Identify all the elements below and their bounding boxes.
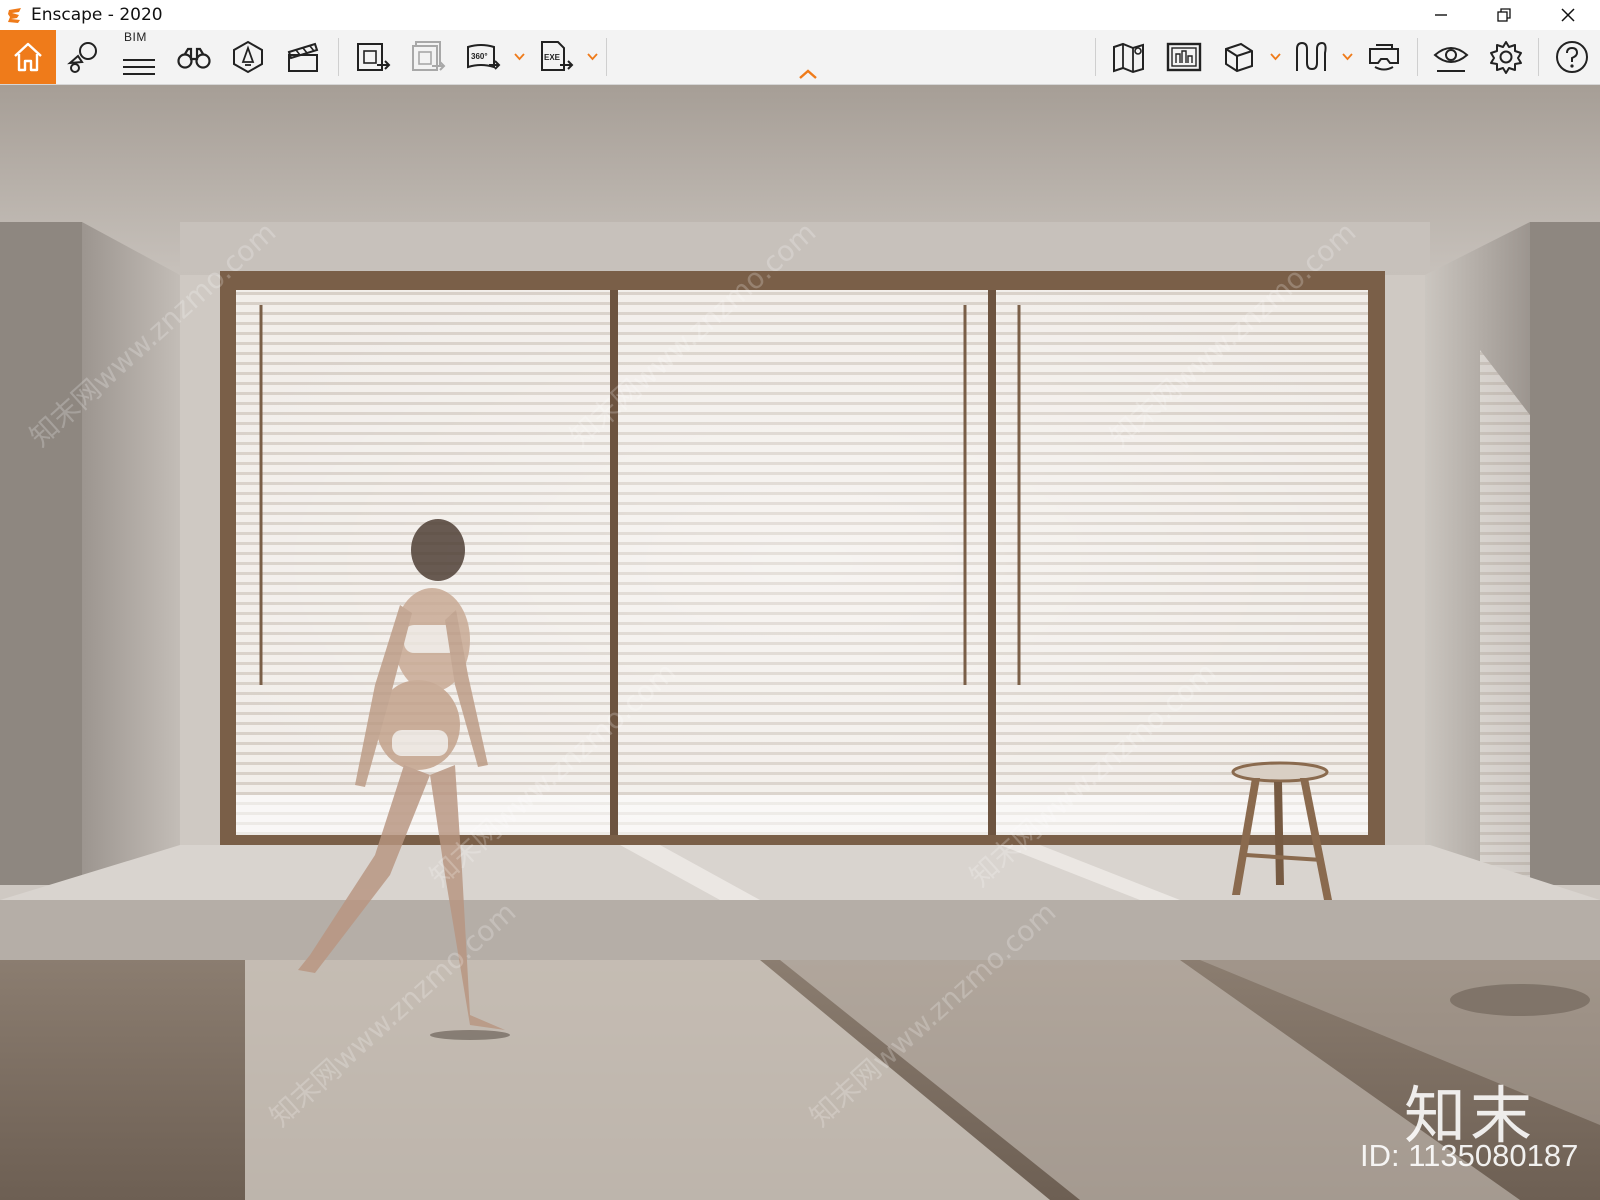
map-icon	[1113, 42, 1144, 74]
light-view-button[interactable]	[222, 30, 274, 84]
view-mode-cube-icon	[1225, 42, 1253, 73]
asset-library-icon	[67, 42, 97, 73]
walk-fly-dropdown-caret[interactable]	[1340, 30, 1354, 84]
help-icon	[1556, 41, 1588, 73]
toolbar-separator	[606, 38, 607, 76]
mini-map-icon	[1166, 42, 1202, 72]
video-editor-icon	[287, 42, 319, 72]
watermark-id: ID: 1135080187	[1360, 1138, 1579, 1173]
minimize-icon	[1435, 14, 1447, 16]
minimize-button[interactable]	[1418, 0, 1464, 30]
svg-text:EXE: EXE	[544, 53, 561, 62]
batch-export-icon	[412, 41, 446, 71]
bim-icon	[123, 59, 155, 75]
home-button[interactable]	[0, 30, 56, 84]
enscape-logo-icon	[8, 8, 21, 23]
vr-headset-icon	[1369, 44, 1399, 71]
walk-fly-button[interactable]	[1285, 30, 1337, 84]
chevron-down-icon	[1341, 53, 1353, 61]
window-title: Enscape - 2020	[31, 5, 163, 25]
light-view-icon	[233, 40, 263, 74]
chevron-down-icon	[513, 53, 525, 61]
render-viewport[interactable]: 知末网www.znzmo.com 知末网www.znzmo.com 知末网www…	[0, 85, 1600, 1200]
chevron-up-icon	[799, 69, 817, 79]
views-button[interactable]	[168, 30, 220, 84]
help-button[interactable]	[1546, 30, 1598, 84]
view-mode-button[interactable]	[1213, 30, 1265, 84]
exe-dropdown-caret[interactable]	[585, 30, 599, 84]
close-icon	[1561, 8, 1575, 22]
settings-gear-icon	[1490, 41, 1522, 74]
panorama-dropdown-caret[interactable]	[512, 30, 526, 84]
general-settings-button[interactable]	[1480, 30, 1532, 84]
toolbar-separator	[1417, 38, 1418, 76]
close-button[interactable]	[1545, 0, 1591, 30]
map-button[interactable]	[1103, 30, 1155, 84]
exe-export-icon: EXE	[541, 41, 574, 71]
panorama-360-icon: 360°	[467, 44, 501, 70]
svg-text:360°: 360°	[471, 52, 488, 61]
home-icon	[14, 42, 42, 72]
panorama-360-button[interactable]: 360°	[457, 30, 509, 84]
exe-export-button[interactable]: EXE	[530, 30, 582, 84]
bim-button[interactable]: BIM	[113, 30, 165, 84]
restore-icon	[1497, 8, 1511, 22]
batch-export-button[interactable]	[402, 30, 454, 84]
screenshot-export-button[interactable]	[347, 30, 399, 84]
screenshot-export-icon	[357, 43, 391, 71]
asset-library-button[interactable]	[58, 30, 110, 84]
toolbar-separator	[1095, 38, 1096, 76]
chevron-down-icon	[1269, 53, 1281, 61]
binoculars-icon	[177, 47, 211, 69]
walk-fly-icon	[1296, 41, 1327, 71]
restore-button[interactable]	[1481, 0, 1527, 30]
mini-map-button[interactable]	[1158, 30, 1210, 84]
toolbar-separator	[338, 38, 339, 76]
collapse-toolbar-button[interactable]	[797, 66, 819, 82]
toolbar-separator	[1538, 38, 1539, 76]
title-bar: Enscape - 2020	[0, 0, 1600, 30]
view-mode-dropdown-caret[interactable]	[1268, 30, 1282, 84]
vr-headset-button[interactable]	[1358, 30, 1410, 84]
bim-label: BIM	[124, 30, 147, 44]
visual-settings-button[interactable]	[1425, 30, 1477, 84]
video-editor-button[interactable]	[277, 30, 329, 84]
chevron-down-icon	[586, 53, 598, 61]
visual-settings-eye-icon	[1433, 47, 1469, 72]
